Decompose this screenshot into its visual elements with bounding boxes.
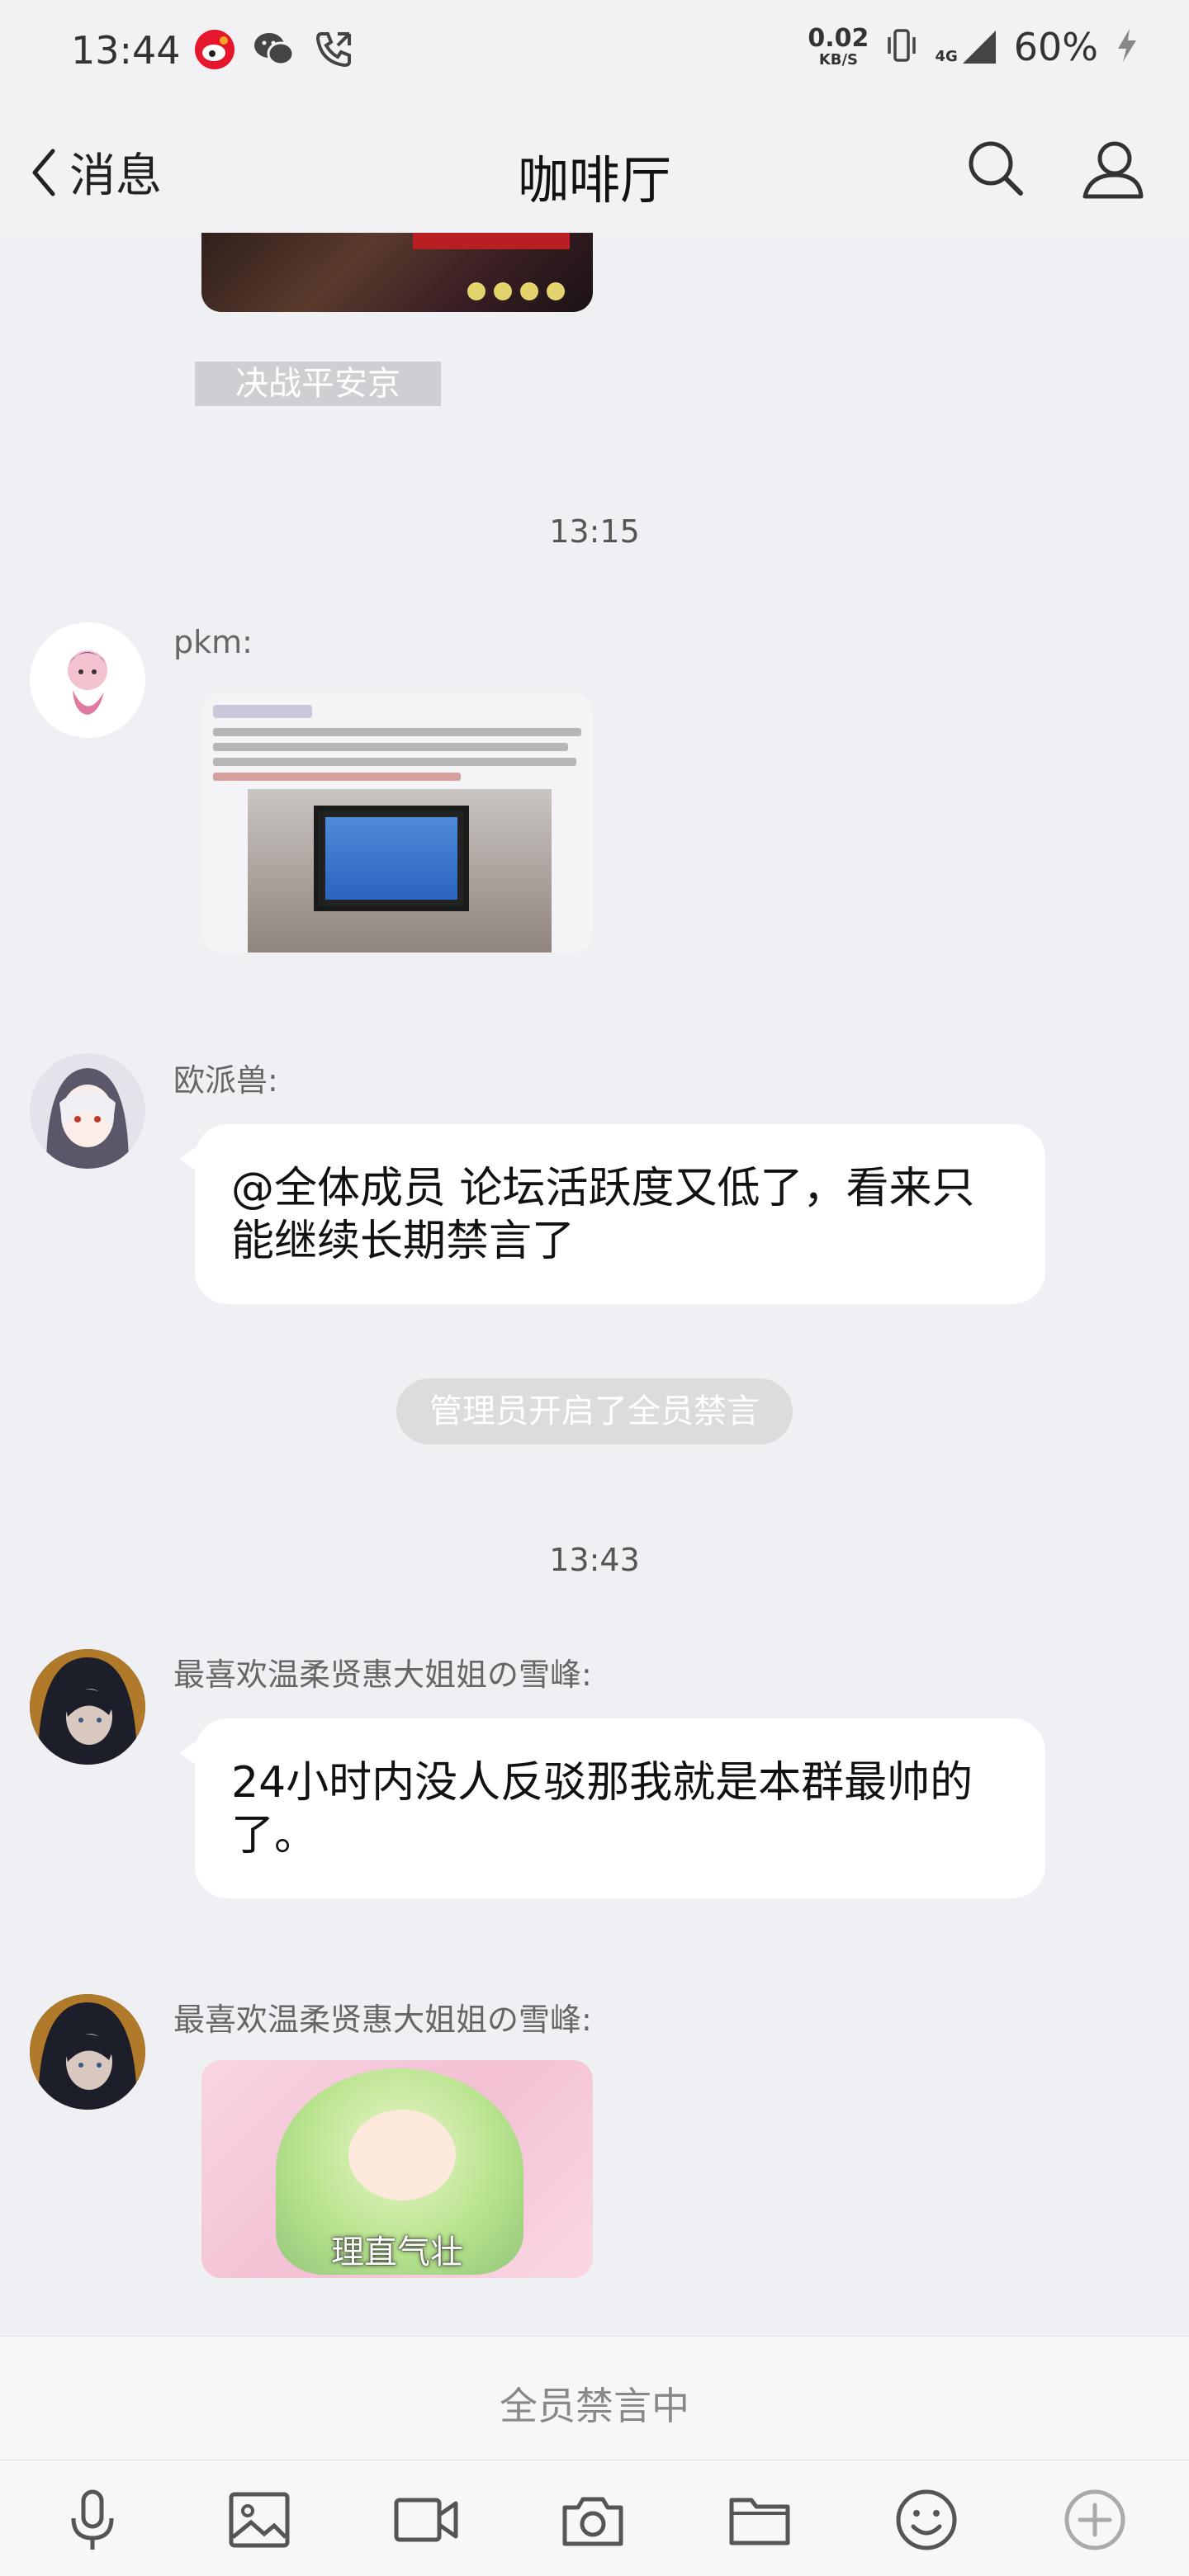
avatar[interactable]: [30, 1053, 145, 1169]
wechat-icon: [253, 28, 296, 71]
sticker-caption: 理直气壮: [331, 2233, 463, 2271]
timestamp: 13:43: [549, 1542, 640, 1578]
mute-status-bar: 全员禁言中: [0, 2336, 1189, 2460]
more-button[interactable]: [1060, 2485, 1130, 2555]
network-speed: 0.02 KB/S: [808, 24, 869, 69]
plus-icon: [1064, 2489, 1125, 2550]
nav-bar: 消息 咖啡厅: [0, 107, 1189, 233]
folder-icon: [729, 2498, 790, 2545]
status-bar: 13:44 0.02 KB/S 4G 60%: [0, 0, 1189, 107]
input-toolbar: [0, 2460, 1189, 2576]
microphone-button[interactable]: [58, 2485, 127, 2555]
user-icon: [1082, 141, 1144, 199]
weibo-icon: [193, 28, 236, 71]
emoji-button[interactable]: [892, 2485, 961, 2555]
news-screenshot-image[interactable]: [201, 693, 593, 952]
vibrate-icon: [885, 26, 918, 69]
status-time: 13:44: [71, 28, 181, 73]
game-screenshot-image[interactable]: [201, 233, 593, 312]
avatar[interactable]: [30, 1994, 145, 2110]
charging-icon: [1115, 27, 1139, 67]
search-button[interactable]: [966, 139, 1026, 201]
chat-area[interactable]: 决战平安京 13:15 pkm: 欧派兽: @全体成员 论坛活跃度又低了，看来只…: [0, 233, 1189, 2336]
image-tag-label: 决战平安京: [195, 362, 441, 406]
timestamp: 13:15: [549, 513, 640, 550]
system-notice: 管理员开启了全员禁言: [396, 1378, 793, 1444]
image-button[interactable]: [225, 2485, 294, 2555]
sender-name: 欧派兽:: [173, 1062, 278, 1099]
sender-name: pkm:: [173, 624, 253, 660]
file-button[interactable]: [725, 2485, 794, 2555]
call-forward-icon: [312, 28, 355, 71]
signal-4g-icon: 4G: [935, 29, 997, 65]
status-right: 0.02 KB/S 4G 60%: [808, 25, 1139, 69]
message-bubble[interactable]: @全体成员 论坛活跃度又低了，看来只能继续长期禁言了: [180, 1124, 1045, 1304]
avatar[interactable]: [30, 1649, 145, 1765]
video-button[interactable]: [391, 2485, 461, 2555]
microphone-icon: [71, 2489, 114, 2550]
emoji-icon: [896, 2489, 957, 2550]
avatar[interactable]: [30, 622, 145, 738]
camera-icon: [562, 2497, 623, 2546]
image-icon: [229, 2492, 290, 2548]
group-members-button[interactable]: [1078, 135, 1144, 205]
sender-name: 最喜欢温柔贤惠大姐姐の雪峰:: [173, 2002, 592, 2038]
mute-status-label: 全员禁言中: [500, 2384, 689, 2428]
camera-button[interactable]: [558, 2485, 628, 2555]
sender-name: 最喜欢温柔贤惠大姐姐の雪峰:: [173, 1657, 592, 1693]
status-notification-icons: [193, 28, 355, 71]
battery-percent: 60%: [1013, 25, 1098, 69]
search-icon: [969, 141, 1023, 196]
video-icon: [394, 2498, 458, 2542]
sticker-image[interactable]: 理直气壮: [201, 2060, 593, 2278]
message-bubble[interactable]: 24小时内没人反驳那我就是本群最帅的了。: [180, 1718, 1045, 1898]
